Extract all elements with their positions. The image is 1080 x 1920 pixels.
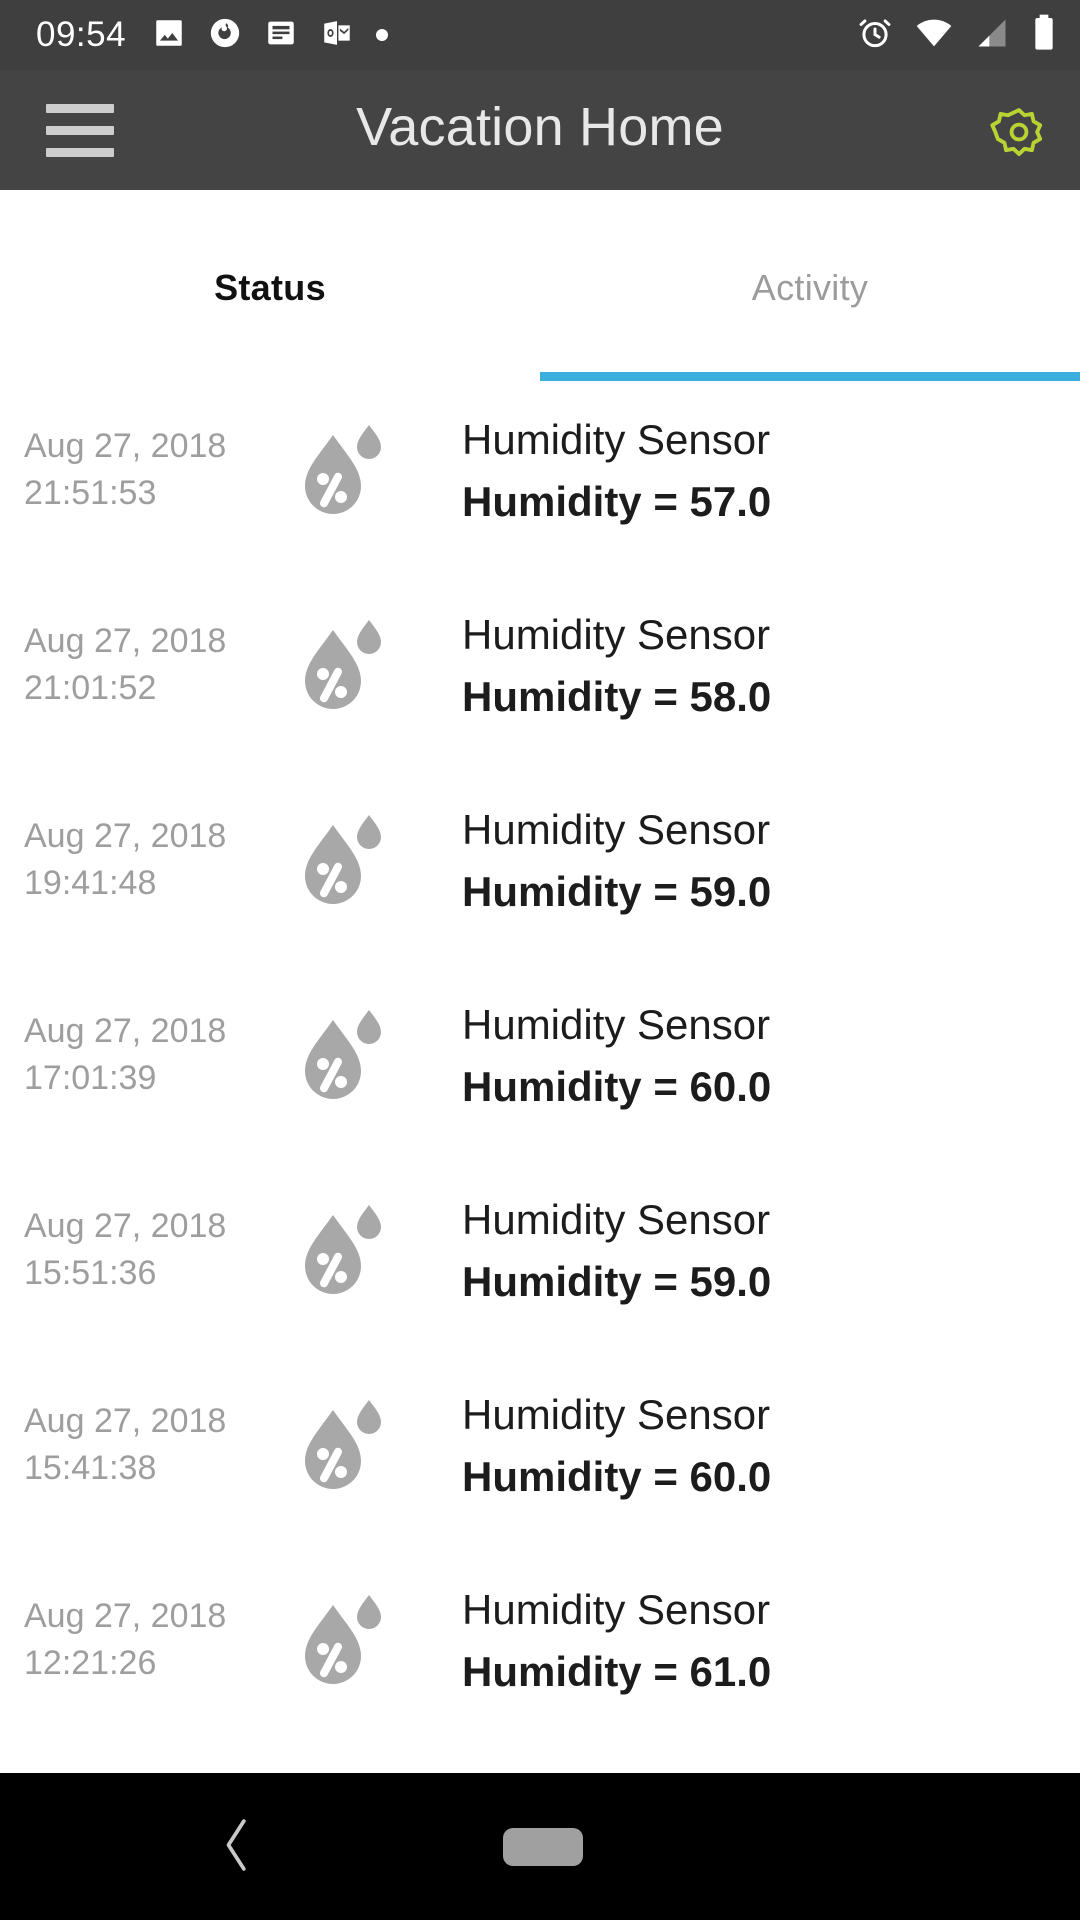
- row-sensor-value: Humidity = 60.0: [462, 1453, 772, 1500]
- row-time-label: 12:21:26: [24, 1644, 157, 1682]
- row-date-label: Aug 27, 2018: [24, 1402, 227, 1440]
- row-date-label: Aug 27, 2018: [24, 622, 227, 660]
- row-timestamp: Aug 27, 2018 17:01:39: [24, 1008, 284, 1102]
- row-time-label: 21:01:52: [24, 669, 157, 707]
- back-chevron-icon: [216, 1816, 258, 1879]
- tab-status-label: Status: [214, 266, 326, 308]
- home-pill-icon[interactable]: [503, 1828, 583, 1866]
- row-time-label: 15:51:36: [24, 1254, 157, 1292]
- row-sensor-name: Humidity Sensor: [462, 1196, 771, 1243]
- row-date-label: Aug 27, 2018: [24, 427, 227, 465]
- status-bar-system-icons: [856, 13, 1058, 58]
- row-date-label: Aug 27, 2018: [24, 1207, 227, 1245]
- row-timestamp: Aug 27, 2018 19:41:48: [24, 813, 284, 907]
- row-timestamp: Aug 27, 2018 21:01:52: [24, 618, 284, 712]
- row-sensor-name: Humidity Sensor: [462, 1586, 771, 1633]
- wifi-icon: [914, 13, 954, 58]
- row-content: Humidity Sensor Humidity = 61.0: [462, 1581, 1062, 1705]
- list-item[interactable]: Aug 27, 2018 15:51:36 Humidity Sensor Hu…: [0, 1165, 1080, 1360]
- cellular-signal-icon: [974, 15, 1010, 56]
- row-timestamp: Aug 27, 2018 15:41:38: [24, 1398, 284, 1492]
- row-date-label: Aug 27, 2018: [24, 1597, 227, 1635]
- row-sensor-value: Humidity = 57.0: [462, 478, 772, 525]
- row-sensor-name: Humidity Sensor: [462, 1001, 771, 1048]
- tab-status[interactable]: Status: [0, 190, 540, 385]
- app-bar: Vacation Home: [0, 70, 1080, 234]
- battery-icon: [1030, 13, 1058, 58]
- outlook-icon: [320, 16, 354, 55]
- tab-activity[interactable]: Activity: [540, 190, 1080, 385]
- dot-icon: [376, 29, 389, 41]
- gear-icon: [986, 104, 1052, 175]
- list-item[interactable]: Aug 27, 2018 17:01:39 Humidity Sensor Hu…: [0, 970, 1080, 1165]
- news-article-icon: [264, 16, 298, 55]
- row-content: Humidity Sensor Humidity = 60.0: [462, 1386, 1062, 1510]
- row-time-label: 21:51:53: [24, 474, 157, 512]
- phone-screen: 09:54 Vacation Home Status Activity Aug …: [0, 0, 1080, 1920]
- row-sensor-value: Humidity = 61.0: [462, 1648, 772, 1695]
- status-bar-notification-icons: [152, 16, 389, 55]
- humidity-droplet-percent-icon: [295, 807, 395, 912]
- row-sensor-name: Humidity Sensor: [462, 416, 771, 463]
- row-sensor-value: Humidity = 59.0: [462, 1258, 772, 1305]
- humidity-droplet-percent-icon: [295, 612, 395, 717]
- humidity-droplet-percent-icon: [295, 1392, 395, 1497]
- humidity-droplet-percent-icon: [295, 1587, 395, 1692]
- list-item[interactable]: Aug 27, 2018 12:21:26 Humidity Sensor Hu…: [0, 1555, 1080, 1750]
- settings-button[interactable]: [976, 96, 1062, 182]
- row-content: Humidity Sensor Humidity = 57.0: [462, 411, 1062, 535]
- page-title[interactable]: Vacation Home: [0, 96, 1080, 158]
- list-item[interactable]: Aug 27, 2018 21:51:53 Humidity Sensor Hu…: [0, 385, 1080, 580]
- row-timestamp: Aug 27, 2018 21:51:53: [24, 423, 284, 517]
- tab-selection-indicator: [540, 372, 1080, 381]
- row-timestamp: Aug 27, 2018 15:51:36: [24, 1203, 284, 1297]
- status-bar-clock: 09:54: [36, 15, 127, 54]
- row-sensor-value: Humidity = 59.0: [462, 868, 772, 915]
- firefox-icon: [208, 16, 242, 55]
- humidity-droplet-percent-icon: [295, 417, 395, 522]
- row-sensor-value: Humidity = 60.0: [462, 1063, 772, 1110]
- row-date-label: Aug 27, 2018: [24, 817, 227, 855]
- list-item[interactable]: Aug 27, 2018 21:01:52 Humidity Sensor Hu…: [0, 580, 1080, 775]
- row-time-label: 17:01:39: [24, 1059, 157, 1097]
- list-item[interactable]: Aug 27, 2018 19:41:48 Humidity Sensor Hu…: [0, 775, 1080, 970]
- row-content: Humidity Sensor Humidity = 60.0: [462, 996, 1062, 1120]
- gallery-icon: [152, 16, 186, 55]
- system-navigation-bar: [0, 1773, 1080, 1920]
- alarm-icon: [856, 14, 894, 57]
- row-timestamp: Aug 27, 2018 12:21:26: [24, 1593, 284, 1687]
- tab-bar: Status Activity: [0, 190, 1080, 385]
- row-sensor-name: Humidity Sensor: [462, 806, 771, 853]
- row-date-label: Aug 27, 2018: [24, 1012, 227, 1050]
- row-content: Humidity Sensor Humidity = 59.0: [462, 1191, 1062, 1315]
- status-bar: 09:54: [0, 0, 1080, 70]
- humidity-droplet-percent-icon: [295, 1002, 395, 1107]
- tab-activity-label: Activity: [751, 266, 869, 308]
- humidity-droplet-percent-icon: [295, 1197, 395, 1302]
- list-item-partial[interactable]: Humidity Sensor: [0, 1750, 1080, 1773]
- row-time-label: 15:41:38: [24, 1449, 157, 1487]
- row-sensor-name: Humidity Sensor: [462, 1391, 771, 1438]
- row-content: Humidity Sensor Humidity = 59.0: [462, 801, 1062, 925]
- back-button[interactable]: [205, 1815, 269, 1879]
- row-content: Humidity Sensor Humidity = 58.0: [462, 606, 1062, 730]
- row-time-label: 19:41:48: [24, 864, 157, 902]
- row-sensor-name: Humidity Sensor: [462, 611, 771, 658]
- activity-list[interactable]: Aug 27, 2018 21:51:53 Humidity Sensor Hu…: [0, 385, 1080, 1773]
- list-item[interactable]: Aug 27, 2018 15:41:38 Humidity Sensor Hu…: [0, 1360, 1080, 1555]
- row-sensor-value: Humidity = 58.0: [462, 673, 772, 720]
